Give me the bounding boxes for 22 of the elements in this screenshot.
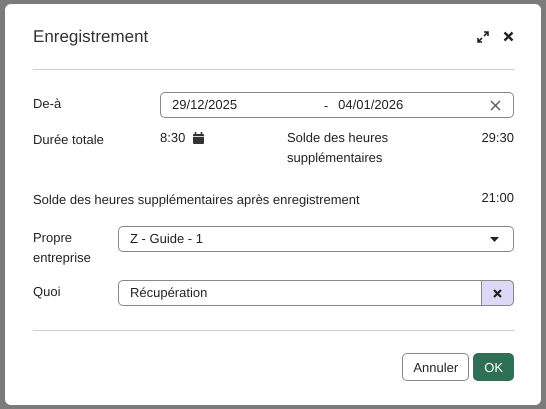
dialog-title: Enregistrement bbox=[33, 26, 150, 46]
company-select[interactable]: Z - Guide - 1 bbox=[118, 226, 514, 252]
ok-button[interactable]: OK bbox=[473, 353, 514, 381]
balance-after-value: 21:00 bbox=[481, 189, 514, 207]
field-label: Propre entreprise bbox=[33, 229, 92, 267]
balance-value: 29:30 bbox=[481, 129, 514, 147]
caret-icon bbox=[490, 236, 499, 242]
close-icon[interactable] bbox=[503, 31, 514, 42]
field-label: Quoi bbox=[33, 283, 62, 301]
expand-icon[interactable] bbox=[477, 30, 489, 42]
clear-icon[interactable] bbox=[490, 100, 501, 110]
cancel-button[interactable]: Annuler bbox=[402, 353, 470, 381]
field-label: Durée totale bbox=[33, 131, 105, 149]
what-field[interactable]: Récupération bbox=[118, 280, 514, 306]
field-label: De-à bbox=[33, 95, 62, 113]
field-label: Solde des heures supplémentaires après enregistrement bbox=[33, 191, 360, 209]
clear-button[interactable] bbox=[481, 280, 514, 306]
calendar-icon[interactable] bbox=[193, 132, 204, 144]
close-icon bbox=[493, 288, 502, 298]
date-range-field[interactable]: 29/12/2025 - 04/01/2026 bbox=[160, 92, 514, 118]
field-label: Solde des heures supplémentaires bbox=[287, 129, 390, 167]
total-value: 8:30 bbox=[160, 129, 186, 147]
